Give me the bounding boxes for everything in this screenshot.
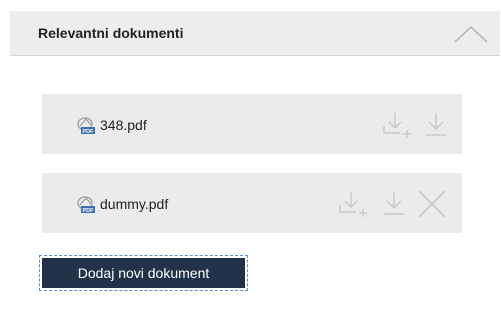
document-row: PDF dummy.pdf: [42, 173, 462, 233]
document-name[interactable]: 348.pdf: [100, 117, 147, 133]
pdf-file-icon: PDF: [76, 195, 96, 215]
download-icon[interactable]: [424, 111, 448, 144]
add-to-list-icon[interactable]: [338, 190, 368, 223]
close-icon[interactable]: [416, 188, 448, 225]
section-title: Relevantni dokumenti: [38, 25, 184, 41]
document-actions: [338, 190, 454, 218]
pdf-file-icon: PDF: [76, 116, 96, 136]
svg-text:PDF: PDF: [83, 129, 95, 135]
document-actions: [382, 111, 452, 139]
chevron-up-icon[interactable]: [453, 23, 489, 45]
svg-text:PDF: PDF: [83, 208, 95, 214]
add-document-button[interactable]: Dodaj novi dokument: [39, 255, 248, 291]
document-name[interactable]: dummy.pdf: [100, 196, 168, 212]
download-icon[interactable]: [382, 190, 406, 223]
document-row: PDF 348.pdf: [42, 94, 462, 154]
section-header[interactable]: Relevantni dokumenti: [10, 11, 500, 56]
add-to-list-icon[interactable]: [382, 111, 412, 144]
